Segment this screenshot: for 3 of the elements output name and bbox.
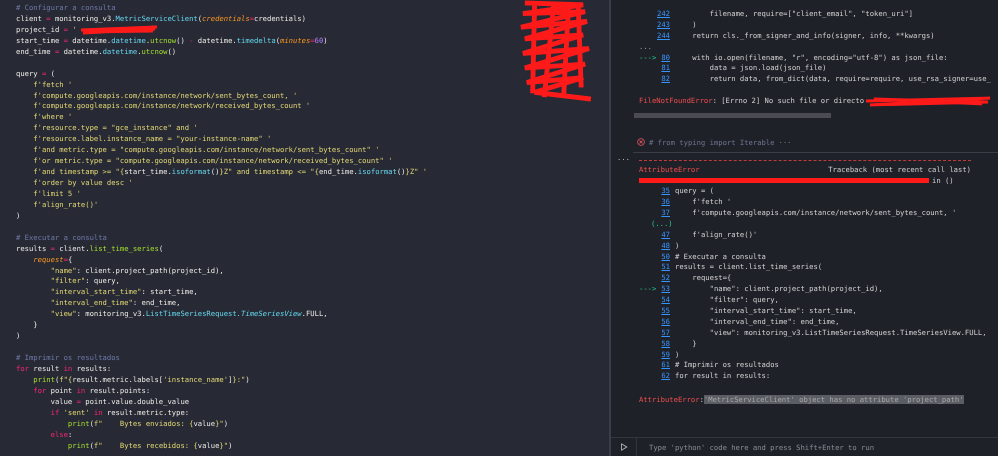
scrollbar-thumb[interactable] [634, 113, 831, 118]
run-icon[interactable] [620, 443, 628, 451]
error-icon [637, 138, 645, 146]
